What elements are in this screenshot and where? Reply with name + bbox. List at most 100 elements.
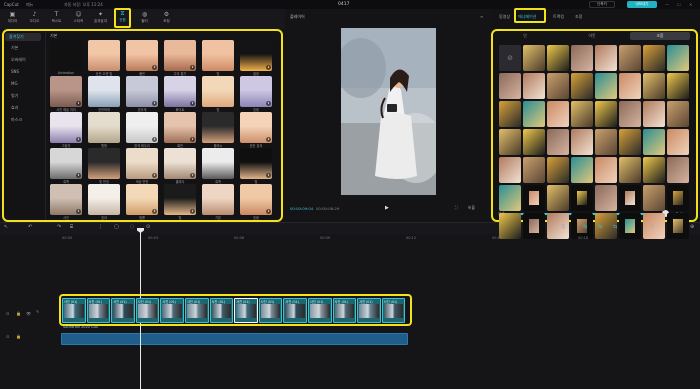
- track-control-2[interactable]: 👁: [26, 311, 31, 316]
- effect-thumbnail[interactable]: ⬇: [50, 112, 82, 143]
- timeline-right-tool-2[interactable]: ⇆: [598, 224, 602, 230]
- video-clip[interactable]: 사진 (01): [160, 298, 184, 323]
- download-icon[interactable]: ⬇: [190, 137, 195, 142]
- audio-track-lock[interactable]: ⊡: [6, 334, 9, 339]
- effect-thumbnail[interactable]: [50, 40, 82, 71]
- animation-thumbnail[interactable]: [619, 73, 641, 99]
- animation-thumbnail[interactable]: [667, 129, 689, 155]
- effect-thumbnail[interactable]: [88, 112, 120, 143]
- animation-thumbnail[interactable]: [571, 101, 593, 127]
- track-control-0[interactable]: ⊡: [6, 311, 9, 316]
- animation-thumbnail[interactable]: [499, 213, 521, 239]
- animation-thumbnail[interactable]: [595, 185, 617, 211]
- animation-thumbnail[interactable]: [643, 101, 665, 127]
- animation-thumbnail[interactable]: [571, 129, 593, 155]
- timeline-right-tool-5[interactable]: ⊖: [650, 224, 654, 230]
- video-clip[interactable]: 사진 (01): [111, 298, 135, 323]
- effect-thumbnail[interactable]: [88, 76, 120, 107]
- animation-thumbnail[interactable]: [499, 185, 521, 211]
- download-icon[interactable]: ⬇: [76, 209, 81, 214]
- animation-thumbnail[interactable]: [619, 157, 641, 183]
- player-menu-icon[interactable]: ≡: [480, 14, 483, 19]
- animation-thumbnail[interactable]: [619, 185, 641, 211]
- timeline-right-tool-4[interactable]: ⇆: [628, 224, 632, 230]
- animation-thumbnail[interactable]: [547, 157, 569, 183]
- animation-thumbnail[interactable]: [667, 185, 689, 211]
- effect-thumbnail[interactable]: ⬇: [164, 148, 196, 179]
- animation-thumbnail[interactable]: [523, 157, 545, 183]
- timeline-tool-6[interactable]: ◌: [130, 224, 134, 230]
- video-clip[interactable]: 사진 (01): [357, 298, 381, 323]
- animation-thumbnail[interactable]: [619, 101, 641, 127]
- video-clip[interactable]: 사진 (01): [62, 298, 86, 323]
- audio-track-mute[interactable]: 🔒: [16, 334, 21, 339]
- effect-thumbnail[interactable]: ⬇: [164, 76, 196, 107]
- effect-thumbnail[interactable]: [202, 76, 234, 107]
- effect-thumbnail[interactable]: ⬇: [50, 76, 82, 107]
- timeline-right-tool-3[interactable]: ⇆: [613, 224, 617, 230]
- effect-thumbnail[interactable]: ⬇: [164, 112, 196, 143]
- category-item[interactable]: MG: [11, 81, 18, 86]
- effect-thumbnail[interactable]: ⬇: [126, 112, 158, 143]
- segment-2[interactable]: 조합: [630, 32, 690, 40]
- timeline-tool-4[interactable]: ⋮: [98, 224, 103, 230]
- timeline-tool-3[interactable]: ⌸: [70, 224, 73, 230]
- effect-thumbnail[interactable]: [88, 184, 120, 215]
- toolbar-adjust[interactable]: ⚙ 조정: [158, 11, 175, 26]
- video-clip[interactable]: 사진 (01): [381, 298, 406, 323]
- animation-thumbnail[interactable]: [643, 157, 665, 183]
- effect-thumbnail[interactable]: ⬇: [164, 184, 196, 215]
- tab-1[interactable]: 애니메이션: [518, 14, 536, 20]
- none-animation[interactable]: ⊘: [499, 45, 521, 71]
- download-icon[interactable]: ⬇: [266, 101, 271, 106]
- animation-thumbnail[interactable]: [643, 185, 665, 211]
- close-icon[interactable]: ✕: [689, 2, 692, 7]
- play-icon[interactable]: ▶: [385, 205, 389, 211]
- video-clip[interactable]: 사진 (01): [209, 298, 234, 323]
- category-item[interactable]: 기본: [11, 45, 18, 51]
- animation-thumbnail[interactable]: [547, 101, 569, 127]
- timeline-tool-0[interactable]: ↖: [4, 224, 8, 230]
- video-clip[interactable]: 사진 (01): [86, 298, 111, 323]
- video-clip[interactable]: 사진 (01): [258, 298, 283, 323]
- effect-thumbnail[interactable]: ⬇: [126, 40, 158, 71]
- effect-thumbnail[interactable]: ⬇: [240, 112, 272, 143]
- download-icon[interactable]: ⬇: [266, 137, 271, 142]
- timeline-right-tool-6[interactable]: ⊕: [690, 224, 694, 230]
- download-icon[interactable]: ⬇: [152, 137, 157, 142]
- animation-thumbnail[interactable]: [547, 185, 569, 211]
- download-icon[interactable]: ⬇: [190, 65, 195, 70]
- ratio-button[interactable]: 비율: [468, 205, 475, 211]
- effect-thumbnail[interactable]: ⬇: [50, 148, 82, 179]
- maximize-icon[interactable]: ☐: [677, 2, 681, 7]
- timeline-tool-7[interactable]: ⊙: [146, 224, 150, 230]
- animation-thumbnail[interactable]: [667, 101, 689, 127]
- minimize-icon[interactable]: —: [665, 2, 669, 7]
- animation-thumbnail[interactable]: [523, 101, 545, 127]
- video-clip[interactable]: 사진 (01): [234, 298, 258, 323]
- segment-0[interactable]: 인: [500, 32, 550, 40]
- video-clip[interactable]: 사진 (01): [283, 298, 307, 323]
- toolbar-media[interactable]: ▣ 미디어: [4, 11, 21, 26]
- effect-thumbnail[interactable]: ⬇: [50, 184, 82, 215]
- animation-thumbnail[interactable]: [547, 129, 569, 155]
- download-icon[interactable]: ⬇: [152, 101, 157, 106]
- effect-thumbnail[interactable]: [88, 40, 120, 71]
- download-icon[interactable]: ⬇: [266, 209, 271, 214]
- effect-thumbnail[interactable]: ⬇: [240, 40, 272, 71]
- menu-button[interactable]: 메뉴: [26, 2, 33, 8]
- animation-thumbnail[interactable]: [595, 101, 617, 127]
- toolbar-sticker[interactable]: ☺ 스티커: [70, 11, 87, 26]
- category-item[interactable]: 마스크: [11, 117, 22, 123]
- toolbar-text[interactable]: T 텍스트: [48, 11, 65, 26]
- effect-thumbnail[interactable]: ⬇: [240, 148, 272, 179]
- download-icon[interactable]: ⬇: [76, 173, 81, 178]
- download-icon[interactable]: ⬇: [190, 209, 195, 214]
- video-clip[interactable]: 사진 (01): [135, 298, 160, 323]
- animation-thumbnail[interactable]: [523, 129, 545, 155]
- export-button[interactable]: 내보내기: [627, 1, 657, 8]
- tab-2[interactable]: 트랙킹: [553, 14, 564, 20]
- effect-thumbnail[interactable]: [202, 112, 234, 143]
- effect-thumbnail[interactable]: ⬇: [126, 148, 158, 179]
- animation-thumbnail[interactable]: [547, 45, 569, 71]
